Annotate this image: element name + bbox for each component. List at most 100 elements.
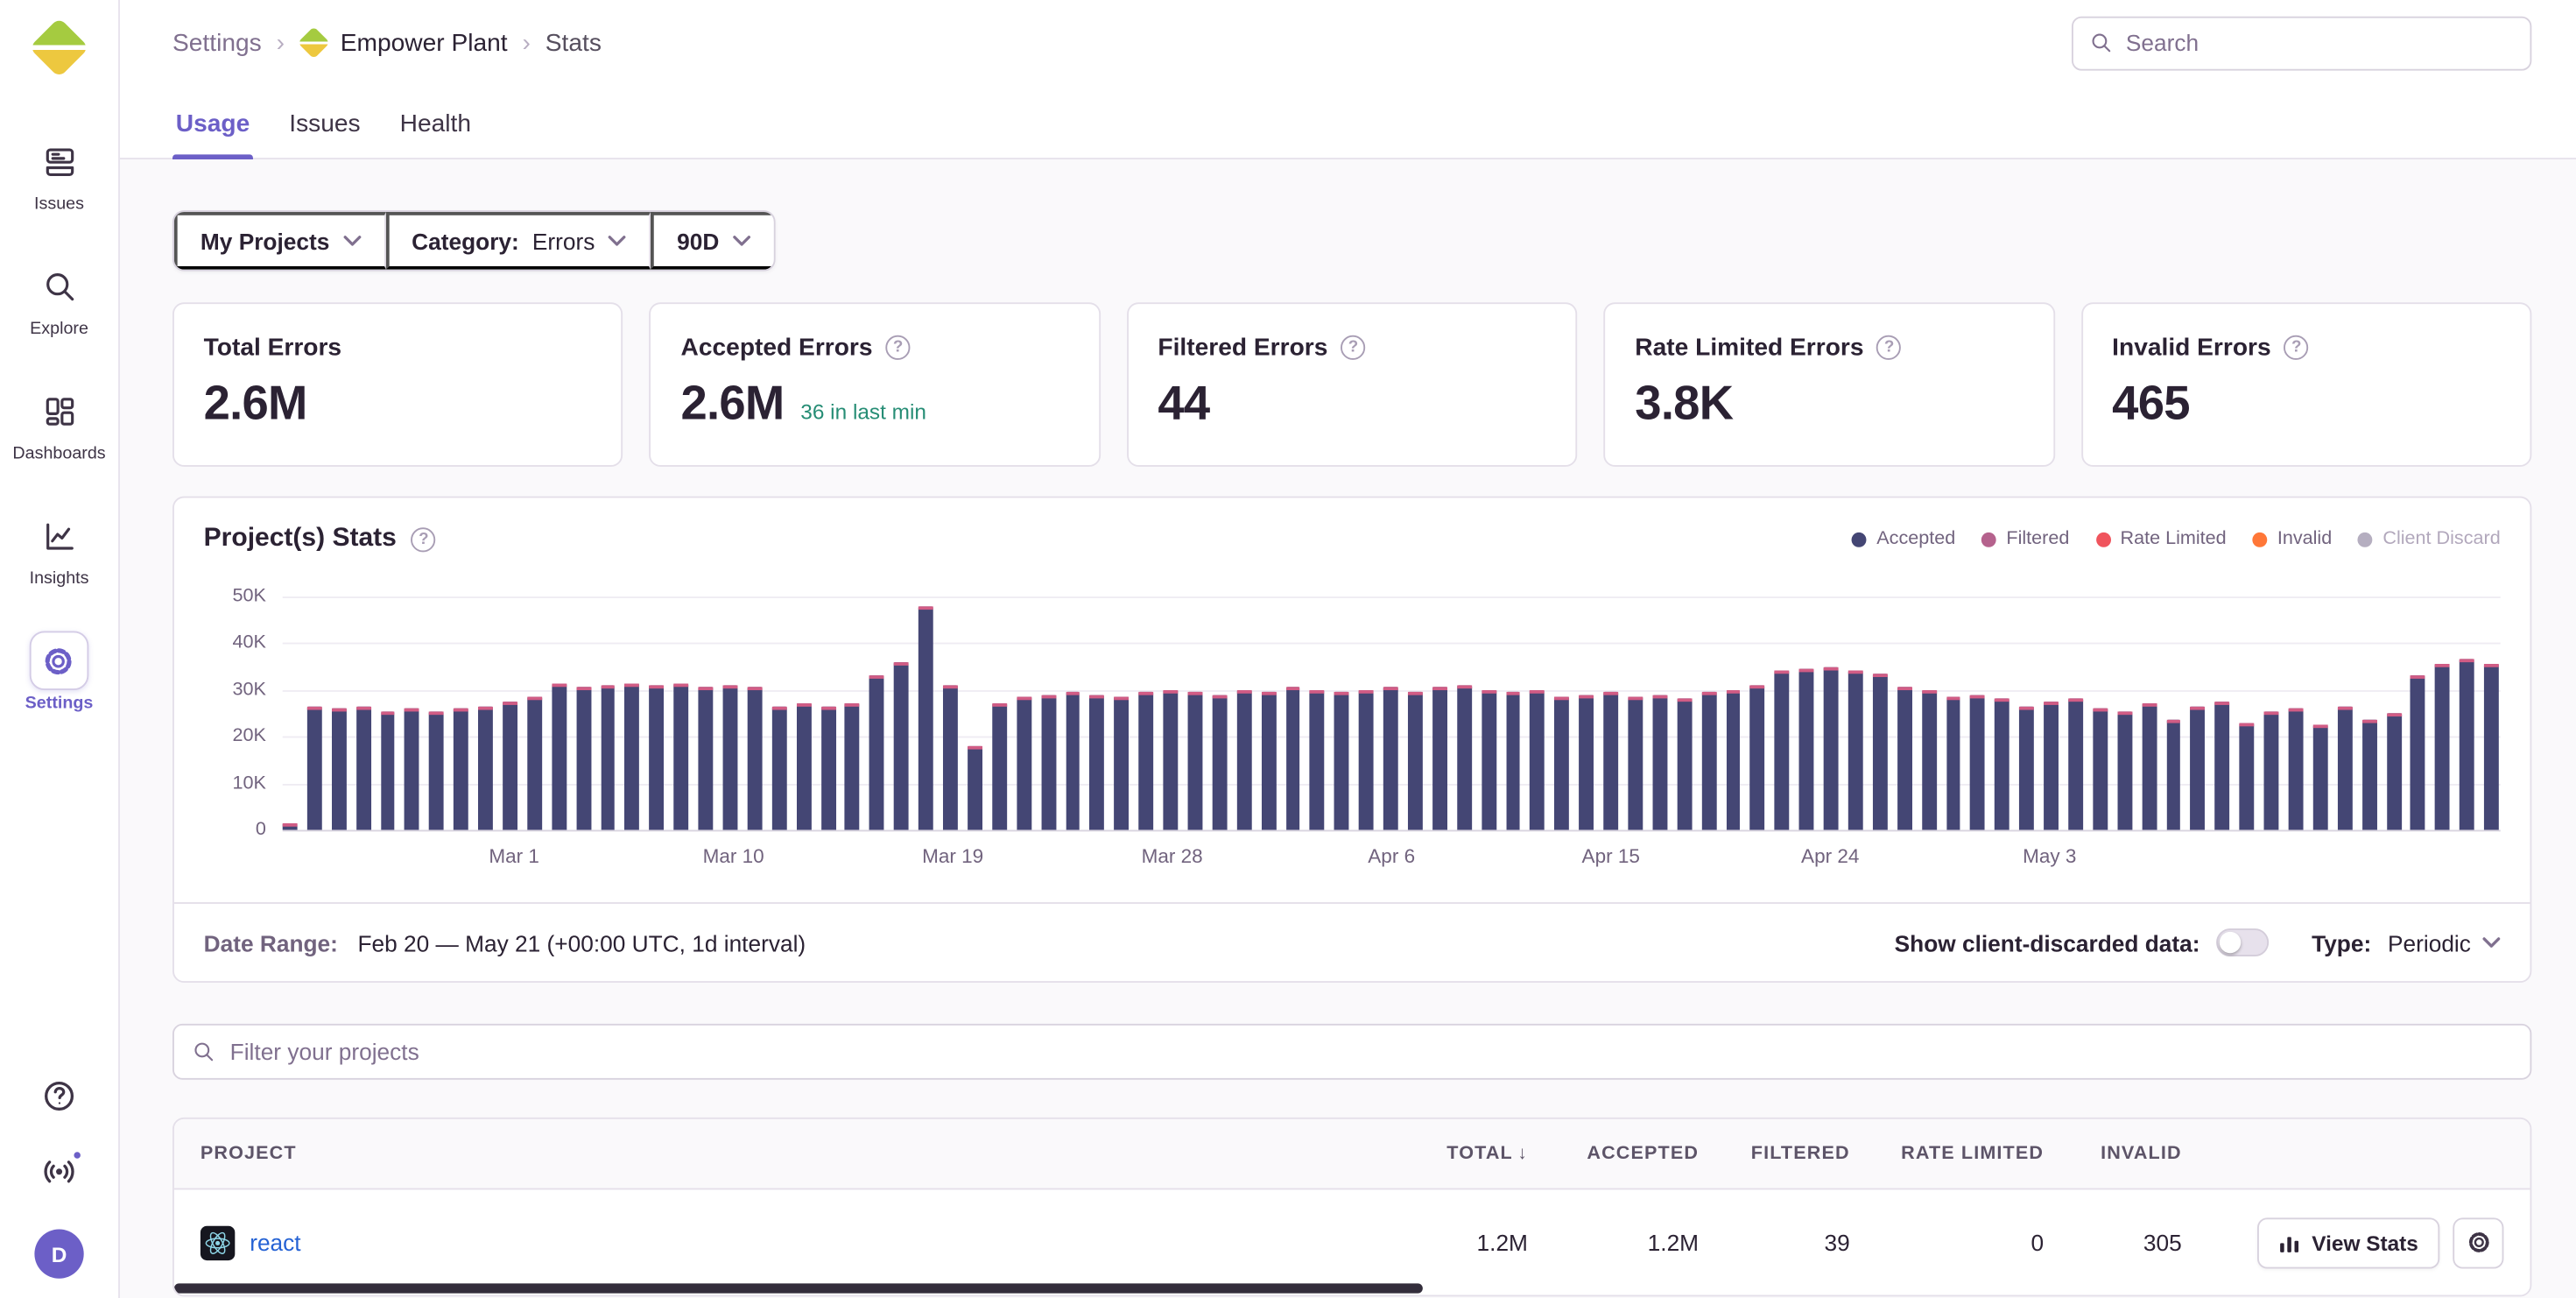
breadcrumb-org[interactable]: Empower Plant (299, 28, 508, 58)
chart-bar[interactable] (1873, 674, 1888, 829)
tab-issues[interactable]: Issues (286, 110, 364, 158)
chart-bar[interactable] (1531, 690, 1545, 830)
chart-bar[interactable] (1579, 695, 1594, 830)
chart-bar[interactable] (2386, 713, 2401, 829)
sidebar-item-explore[interactable]: Explore (30, 257, 89, 339)
user-avatar[interactable]: D (34, 1229, 83, 1278)
category-filter-button[interactable]: Category: Errors (385, 212, 651, 270)
chart-bar[interactable] (1139, 692, 1154, 829)
chart-bar[interactable] (748, 688, 763, 830)
chart-bar[interactable] (405, 709, 419, 830)
chart-bar[interactable] (674, 683, 689, 830)
chart-bar[interactable] (1285, 688, 1300, 830)
chart-bar[interactable] (1750, 685, 1765, 829)
info-icon[interactable]: ? (1877, 335, 1902, 360)
chart-bar[interactable] (1824, 667, 1839, 829)
chart-bar[interactable] (2093, 709, 2108, 830)
chart-bar[interactable] (601, 685, 616, 829)
legend-item[interactable]: Filtered (1981, 529, 2069, 549)
chart-bar[interactable] (650, 685, 665, 829)
chart-bar[interactable] (2435, 664, 2450, 829)
legend-item[interactable]: Accepted (1852, 529, 1955, 549)
chart-bar[interactable] (332, 709, 347, 830)
sidebar-item-settings[interactable]: Settings (25, 631, 94, 713)
chart-bar[interactable] (1775, 671, 1790, 829)
chart-bar[interactable] (1187, 692, 1202, 829)
chart-bar[interactable] (1922, 690, 1937, 830)
chart-bar[interactable] (2068, 699, 2083, 829)
chart-bar[interactable] (1432, 688, 1447, 830)
chart-bar[interactable] (1334, 692, 1349, 829)
chart-bar[interactable] (1115, 697, 1130, 830)
chart-bar[interactable] (2191, 706, 2206, 829)
sidebar-item-dashboards[interactable]: Dashboards (12, 381, 105, 463)
chart-bar[interactable] (1726, 690, 1741, 830)
chart-bar[interactable] (1995, 699, 2009, 829)
chart-bar[interactable] (552, 683, 567, 830)
chart-bar[interactable] (968, 746, 982, 830)
type-select[interactable]: Periodic (2388, 929, 2501, 956)
col-header-total[interactable]: TOTAL↓ (1390, 1144, 1528, 1164)
chart-bar[interactable] (1041, 695, 1056, 830)
chart-bar[interactable] (943, 685, 958, 829)
chart-bar[interactable] (356, 706, 371, 829)
chart-bar[interactable] (723, 685, 738, 829)
chart-bar[interactable] (2264, 711, 2279, 830)
project-link[interactable]: react (250, 1229, 300, 1255)
chart-bar[interactable] (2142, 704, 2157, 830)
col-header-rate-limited[interactable]: RATE LIMITED (1850, 1144, 2044, 1164)
chart-bar[interactable] (307, 706, 322, 829)
chart-bar[interactable] (2019, 706, 2034, 829)
chart-bar[interactable] (894, 662, 909, 830)
global-search[interactable] (2072, 16, 2531, 70)
col-header-invalid[interactable]: INVALID (2044, 1144, 2182, 1164)
projects-filter-button[interactable]: My Projects (174, 212, 385, 270)
col-header-accepted[interactable]: ACCEPTED (1528, 1144, 1699, 1164)
project-filter[interactable] (172, 1024, 2531, 1080)
sidebar-item-insights[interactable]: Insights (30, 506, 89, 589)
org-logo-icon[interactable] (32, 20, 88, 76)
project-settings-button[interactable] (2453, 1217, 2503, 1267)
chart-bar[interactable] (2338, 706, 2353, 829)
chart-bar[interactable] (1090, 695, 1105, 830)
chart-bar[interactable] (478, 706, 493, 829)
info-icon[interactable]: ? (1341, 335, 1365, 360)
chart-bar[interactable] (2117, 711, 2132, 830)
breadcrumb-settings[interactable]: Settings (172, 29, 262, 57)
chart-bar[interactable] (796, 704, 811, 830)
chart-bar[interactable] (1897, 688, 1912, 830)
chart-bar[interactable] (845, 704, 860, 830)
chart-bar[interactable] (869, 676, 884, 830)
help-icon[interactable] (41, 1078, 77, 1114)
chart-bar[interactable] (2411, 676, 2425, 830)
chart-bar[interactable] (2313, 725, 2328, 830)
info-icon[interactable]: ? (2284, 335, 2309, 360)
chart-bar[interactable] (2215, 702, 2230, 830)
chart-bar[interactable] (1848, 671, 1863, 829)
chart-bar[interactable] (1310, 690, 1325, 830)
col-header-filtered[interactable]: FILTERED (1699, 1144, 1850, 1164)
chart-bar[interactable] (380, 711, 395, 830)
chart-bar[interactable] (1359, 690, 1374, 830)
chart-bar[interactable] (625, 683, 640, 830)
chart-bar[interactable] (1482, 690, 1496, 830)
chart-bar[interactable] (1261, 692, 1276, 829)
chart-bar[interactable] (771, 706, 786, 829)
chart-bar[interactable] (1457, 685, 1472, 829)
chart-bar[interactable] (1408, 692, 1423, 829)
chart-bar[interactable] (503, 702, 517, 830)
chart-bar[interactable] (820, 706, 835, 829)
search-input[interactable] (2126, 30, 2514, 56)
chart-bar[interactable] (2289, 709, 2304, 830)
client-discard-toggle[interactable] (2216, 928, 2269, 956)
chart-bar[interactable] (2240, 723, 2255, 830)
chart-bar[interactable] (2044, 702, 2059, 830)
chart-bar[interactable] (1383, 688, 1398, 830)
chart-bar[interactable] (1164, 690, 1179, 830)
project-filter-input[interactable] (230, 1039, 2512, 1065)
info-icon[interactable]: ? (412, 526, 436, 551)
horizontal-scrollbar-thumb[interactable] (174, 1283, 1423, 1293)
chart-bar[interactable] (1652, 695, 1667, 830)
chart-bar[interactable] (1628, 697, 1643, 830)
chart-bar[interactable] (2460, 660, 2474, 829)
